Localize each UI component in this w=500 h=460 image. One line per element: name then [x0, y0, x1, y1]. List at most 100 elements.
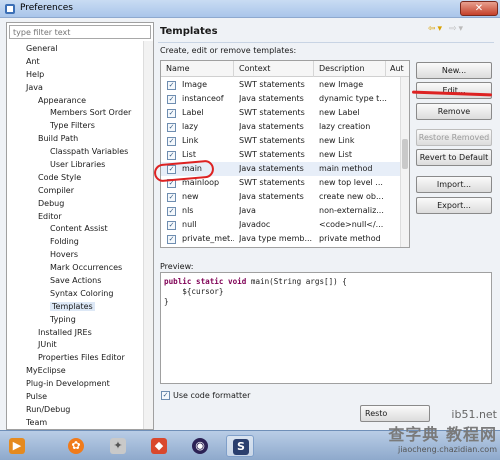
tree-item[interactable]: Save Actions [7, 275, 141, 288]
tree-item[interactable]: General [7, 43, 141, 56]
tree-item[interactable]: Syntax Coloring [7, 288, 141, 301]
tree-item[interactable]: Appearance [7, 95, 141, 108]
tree-item[interactable]: MyEclipse [7, 365, 141, 378]
template-enabled-checkbox[interactable]: ✓ [167, 151, 176, 160]
taskbar-start[interactable]: ▶ [3, 435, 31, 457]
preview-closing-brace: } [164, 297, 169, 306]
tree-item[interactable]: Java [7, 82, 141, 95]
tree-item[interactable]: Compiler [7, 185, 141, 198]
preview-keyword: public static void [164, 277, 247, 286]
tree-item-label: User Libraries [50, 160, 106, 170]
template-description: new List [319, 150, 353, 159]
column-header-name[interactable]: Name [166, 64, 190, 73]
tree-item[interactable]: Content Assist [7, 223, 141, 236]
tree-item-label: Hovers [50, 250, 79, 260]
preferences-window: Preferences ✕ General Ant Help Java Appearan… [0, 0, 500, 430]
template-row[interactable]: ✓ nls Java non-externaliz... [161, 204, 401, 218]
taskbar-app[interactable]: ✦ [104, 435, 132, 457]
template-context: Javadoc [239, 220, 271, 229]
tree-scrollbar[interactable] [143, 41, 153, 429]
template-enabled-checkbox[interactable]: ✓ [167, 123, 176, 132]
column-divider [233, 61, 234, 77]
taskbar-app[interactable]: ◉ [186, 435, 214, 457]
forward-arrow-icon[interactable]: ⇨▾ [449, 24, 465, 34]
template-enabled-checkbox[interactable]: ✓ [167, 207, 176, 216]
tree-item[interactable]: Editor [7, 211, 141, 224]
template-description: new Label [319, 108, 360, 117]
tree-item-label: Typing [50, 314, 76, 324]
template-description: new Image [319, 80, 364, 89]
template-enabled-checkbox[interactable]: ✓ [167, 221, 176, 230]
template-row[interactable]: ✓ null Javadoc <code>null</... [161, 218, 401, 232]
template-row[interactable]: ✓ Label SWT statements new Label [161, 106, 401, 120]
template-row[interactable]: ✓ instanceof Java statements dynamic type t… [161, 92, 401, 106]
template-enabled-checkbox[interactable]: ✓ [167, 193, 176, 202]
template-enabled-checkbox[interactable]: ✓ [167, 95, 176, 104]
column-header-auto-insert[interactable]: Aut [390, 64, 404, 73]
tree-item[interactable]: Installed JREs [7, 327, 141, 340]
use-code-formatter-option[interactable]: ✓ Use code formatter [161, 391, 250, 400]
column-divider [313, 61, 314, 77]
template-description: main method [319, 164, 373, 173]
watermark-logo: ib51.net 查字典 教程网 jiaocheng.chazidian.com [365, 408, 497, 458]
template-row[interactable]: ✓ new Java statements create new ob... [161, 190, 401, 204]
template-name: private_met... [182, 234, 234, 243]
table-scrollbar-thumb[interactable] [402, 139, 408, 169]
watermark-title: 查字典 教程网 [388, 425, 497, 444]
presentation-icon: ◆ [151, 438, 167, 454]
remove-template-button[interactable]: Remove [416, 103, 492, 120]
restore-removed-button[interactable]: Restore Removed [416, 129, 492, 146]
tree-item-label: Properties Files Editor [38, 353, 125, 363]
template-enabled-checkbox[interactable]: ✓ [167, 235, 176, 244]
tree-item[interactable]: Help [7, 69, 141, 82]
template-row[interactable]: ✓ Link SWT statements new Link [161, 134, 401, 148]
tree-item[interactable]: Team [7, 417, 141, 430]
taskbar-app[interactable]: ◆ [145, 435, 173, 457]
tree-item-label: Plug-in Development [26, 379, 110, 389]
preview-cursor-line: ${cursor} [164, 287, 224, 296]
template-name: Link [182, 136, 199, 145]
tree-item[interactable]: Build Path [7, 133, 141, 146]
template-name: Image [182, 80, 208, 89]
tree-item[interactable]: Folding [7, 236, 141, 249]
table-scrollbar[interactable] [400, 77, 409, 247]
new-template-button[interactable]: New... [416, 62, 492, 79]
use-code-formatter-checkbox[interactable]: ✓ [161, 391, 170, 400]
back-arrow-icon[interactable]: ⇦▾ [428, 24, 444, 34]
navigation-arrows[interactable]: ⇦▾ ⇨▾ [428, 24, 465, 34]
column-header-description[interactable]: Description [319, 64, 365, 73]
revert-to-default-button[interactable]: Revert to Default [416, 149, 492, 166]
template-enabled-checkbox[interactable]: ✓ [167, 137, 176, 146]
template-row[interactable]: ✓ Image SWT statements new Image [161, 78, 401, 92]
tree-item[interactable]: Templates [7, 301, 141, 314]
template-row[interactable]: ✓ lazy Java statements lazy creation [161, 120, 401, 134]
tree-item[interactable]: Mark Occurrences [7, 262, 141, 275]
template-context: Java statements [239, 192, 304, 201]
tree-item[interactable]: Properties Files Editor [7, 352, 141, 365]
tree-item[interactable]: JUnit [7, 339, 141, 352]
tree-item[interactable]: Pulse [7, 391, 141, 404]
tree-item[interactable]: Typing [7, 314, 141, 327]
tree-item[interactable]: Debug [7, 198, 141, 211]
close-window-button[interactable]: ✕ [460, 1, 498, 16]
import-button[interactable]: Import... [416, 176, 492, 193]
tree-item[interactable]: Code Style [7, 172, 141, 185]
tree-item[interactable]: Members Sort Order [7, 107, 141, 120]
taskbar-app-active[interactable]: S [226, 435, 254, 457]
template-row[interactable]: ✓ private_met... Java type memb... private … [161, 232, 401, 246]
column-header-context[interactable]: Context [239, 64, 270, 73]
template-description: dynamic type t... [319, 94, 387, 103]
template-enabled-checkbox[interactable]: ✓ [167, 109, 176, 118]
tree-item[interactable]: User Libraries [7, 159, 141, 172]
tree-item[interactable]: Classpath Variables [7, 146, 141, 159]
taskbar-app[interactable]: ✿ [62, 435, 90, 457]
tree-item[interactable]: Ant [7, 56, 141, 69]
tree-item[interactable]: Run/Debug [7, 404, 141, 417]
tree-item[interactable]: Plug-in Development [7, 378, 141, 391]
filter-input[interactable] [9, 25, 151, 39]
tree-item[interactable]: Hovers [7, 249, 141, 262]
export-button[interactable]: Export... [416, 197, 492, 214]
template-preview[interactable]: public static void main(String args[]) {… [160, 272, 492, 384]
template-enabled-checkbox[interactable]: ✓ [167, 81, 176, 90]
tree-item[interactable]: Type Filters [7, 120, 141, 133]
